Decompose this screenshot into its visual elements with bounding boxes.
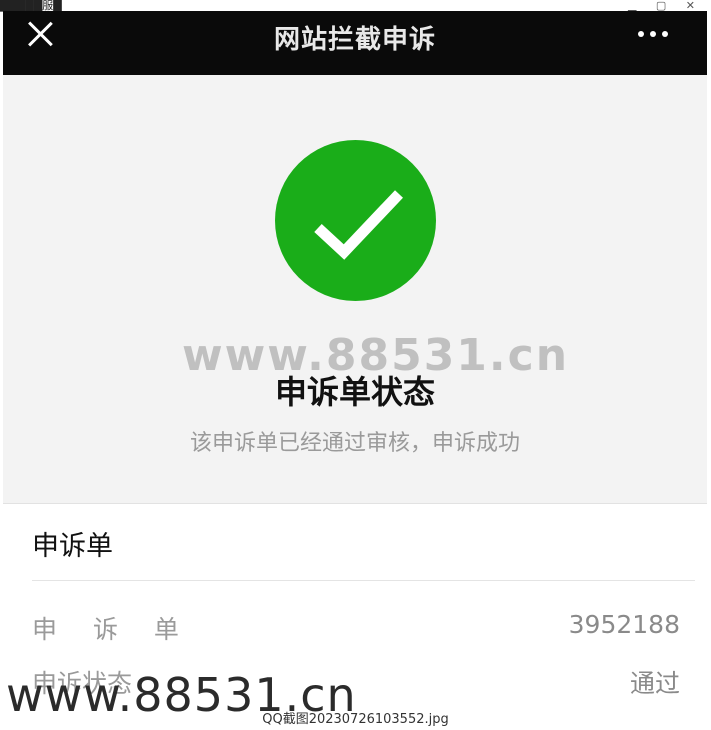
window-top-strip: █████服█ ▁ ▢ ✕ bbox=[0, 0, 711, 12]
page-title: 网站拦截申诉 bbox=[273, 25, 436, 55]
image-caption: QQ截图20230726103552.jpg bbox=[262, 712, 449, 727]
status-description: 该申诉单已经通过审核，申诉成功 bbox=[189, 431, 520, 456]
card-header: 申诉单 bbox=[32, 531, 113, 562]
check-icon bbox=[275, 140, 436, 301]
more-icon[interactable] bbox=[636, 21, 676, 45]
watermark-center: www.88531.cn bbox=[182, 330, 570, 381]
appeal-number-label: 申 诉 单 bbox=[32, 615, 193, 644]
divider bbox=[32, 580, 695, 581]
nav-bar: 网站拦截申诉 bbox=[3, 11, 707, 75]
appeal-status-value: 通过 bbox=[629, 669, 680, 698]
status-section: 申诉单状态 该申诉单已经通过审核，申诉成功 bbox=[3, 75, 707, 503]
appeal-number-value: 3952188 bbox=[568, 610, 680, 639]
